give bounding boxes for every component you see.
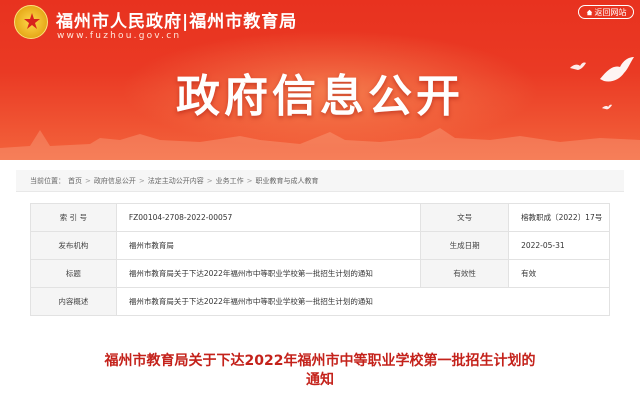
table-row: 内容概述 福州市教育局关于下达2022年福州市中等职业学校第一批招生计划的通知 xyxy=(30,287,611,316)
generated-date-label: 生成日期 xyxy=(420,231,510,260)
home-icon xyxy=(586,9,592,15)
breadcrumb-separator: > xyxy=(246,176,253,185)
breadcrumb-item-home[interactable]: 首页 xyxy=(68,176,82,186)
validity-label: 有效性 xyxy=(420,259,510,288)
breadcrumb-item-gov-info[interactable]: 政府信息公开 xyxy=(94,176,136,186)
return-home-label: 返回网站 xyxy=(594,7,627,17)
document-number-label: 文号 xyxy=(420,203,510,232)
publisher-value: 福州市教育局 xyxy=(115,231,422,260)
document-info-table: 索 引 号 FZ00104-2708-2022-00057 文号 榕教职成〔20… xyxy=(30,203,611,316)
article-title: 福州市教育局关于下达2022年福州市中等职业学校第一批招生计划的通知 xyxy=(104,353,536,388)
dove-icon xyxy=(570,62,586,70)
site-title[interactable]: 福州市人民政府|福州市教育局 xyxy=(56,7,297,32)
table-row: 索 引 号 FZ00104-2708-2022-00057 文号 榕教职成〔20… xyxy=(30,203,610,232)
index-number-label: 索 引 号 xyxy=(30,203,117,232)
summary-value: 福州市教育局关于下达2022年福州市中等职业学校第一批招生计划的通知 xyxy=(115,287,611,316)
table-row: 发布机构 福州市教育局 生成日期 2022-05-31 xyxy=(30,231,610,260)
title-value: 福州市教育局关于下达2022年福州市中等职业学校第一批招生计划的通知 xyxy=(115,259,422,288)
banner-title: 政府信息公开 xyxy=(176,71,464,122)
index-number-value: FZ00104-2708-2022-00057 xyxy=(115,203,422,232)
breadcrumb-item-statutory[interactable]: 法定主动公开内容 xyxy=(148,176,204,186)
return-home-button[interactable]: 返回网站 xyxy=(578,5,634,19)
publisher-label: 发布机构 xyxy=(30,231,117,260)
national-emblem-logo xyxy=(14,5,48,39)
generated-date-value: 2022-05-31 xyxy=(508,231,610,260)
validity-value: 有效 xyxy=(508,259,610,288)
table-row: 标题 福州市教育局关于下达2022年福州市中等职业学校第一批招生计划的通知 有效… xyxy=(30,259,610,288)
document-number-value: 榕教职成〔2022〕17号 xyxy=(508,203,610,232)
breadcrumb-prefix: 当前位置： xyxy=(30,176,65,185)
breadcrumb-item-business[interactable]: 业务工作 xyxy=(216,176,244,186)
site-url: www.fuzhou.gov.cn xyxy=(57,31,182,41)
breadcrumb: 当前位置： 首页 > 政府信息公开 > 法定主动公开内容 > 业务工作 > 职业… xyxy=(16,170,624,192)
breadcrumb-separator: > xyxy=(138,176,145,185)
summary-label: 内容概述 xyxy=(30,287,117,316)
header-banner: 福州市人民政府|福州市教育局 www.fuzhou.gov.cn 返回网站 政府… xyxy=(0,0,640,160)
dove-icon xyxy=(600,57,634,82)
breadcrumb-separator: > xyxy=(206,176,213,185)
breadcrumb-separator: > xyxy=(85,176,91,185)
breadcrumb-item-vocational[interactable]: 职业教育与成人教育 xyxy=(256,176,319,186)
dove-icon xyxy=(602,104,612,110)
title-label: 标题 xyxy=(30,259,117,288)
